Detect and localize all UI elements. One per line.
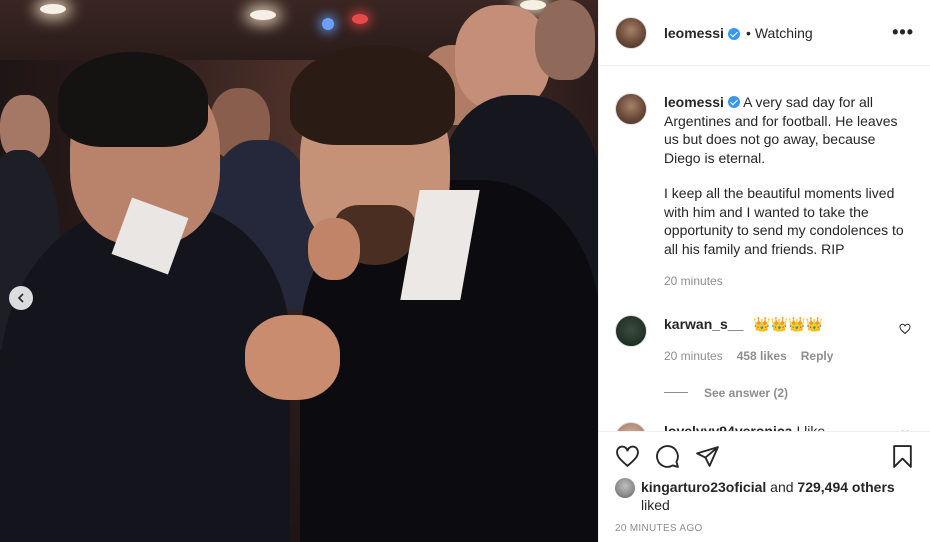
- previous-photo-button[interactable]: [9, 286, 33, 310]
- author-avatar[interactable]: [615, 93, 647, 125]
- verified-icon: [727, 27, 740, 40]
- photo-light: [40, 4, 66, 14]
- chevron-left-icon: [17, 293, 24, 303]
- liker-avatar[interactable]: [615, 478, 635, 498]
- commenter-avatar[interactable]: [615, 314, 647, 347]
- handshake: [245, 315, 340, 400]
- bg-person-head: [535, 0, 595, 80]
- comment-meta: 20 minutes 458 likes Reply: [664, 347, 910, 366]
- likes-suffix: liked: [641, 497, 670, 513]
- caption-username[interactable]: leomessi: [664, 94, 724, 110]
- author-avatar[interactable]: [615, 16, 647, 49]
- verified-icon: [727, 96, 740, 108]
- reply-button[interactable]: Reply: [801, 347, 834, 366]
- photo-light: [352, 14, 368, 24]
- caption: leomessi A very sad day for all Argentin…: [615, 93, 915, 291]
- comment-time: 20 minutes: [664, 349, 723, 363]
- comment-username[interactable]: karwan_s__: [664, 316, 743, 332]
- post-photo: [0, 0, 598, 542]
- author-username[interactable]: leomessi: [664, 25, 724, 41]
- separator-dot: •: [745, 24, 751, 41]
- post-actions: kingarturo23oficial and 729,494 others l…: [599, 431, 930, 534]
- see-answers-button[interactable]: See answer (2): [664, 386, 915, 400]
- left-person-hair: [58, 52, 208, 147]
- share-icon[interactable]: [695, 444, 720, 469]
- heart-icon[interactable]: [615, 444, 640, 469]
- right-person-hair: [290, 45, 455, 145]
- liker-username[interactable]: kingarturo23oficial: [641, 479, 766, 495]
- caption-meta: 20 minutes: [664, 272, 910, 291]
- more-icon[interactable]: •••: [892, 22, 914, 43]
- heart-icon[interactable]: [899, 323, 911, 335]
- post-header: leomessi • Watching •••: [599, 0, 930, 66]
- photo-light: [322, 18, 334, 30]
- caption-text: I keep all the beautiful moments lived w…: [664, 185, 904, 257]
- comment-icon[interactable]: [655, 444, 680, 469]
- bookmark-icon[interactable]: [890, 444, 915, 469]
- post-timestamp[interactable]: 20 MINUTES AGO: [615, 523, 915, 534]
- comment-text: 👑👑👑👑: [753, 315, 824, 332]
- photo-light: [250, 10, 276, 20]
- post-panel: leomessi • Watching ••• leomessi A very …: [598, 0, 930, 542]
- comment-item: karwan_s__ 👑👑👑👑 20 minutes 458 likes Rep…: [615, 314, 915, 366]
- raised-hand: [308, 218, 360, 280]
- divider-line: [664, 392, 688, 393]
- comment-likes[interactable]: 458 likes: [737, 347, 787, 366]
- likes-connector: and: [766, 479, 798, 495]
- action-bar: [615, 442, 915, 470]
- likes-others[interactable]: 729,494 others: [797, 479, 894, 495]
- comments-list: leomessi A very sad day for all Argentin…: [599, 67, 930, 432]
- see-answers-label: See answer (2): [704, 385, 789, 400]
- follow-status[interactable]: Watching: [755, 25, 813, 41]
- caption-time: 20 minutes: [664, 274, 723, 288]
- likes-summary: kingarturo23oficial and 729,494 others l…: [615, 478, 915, 514]
